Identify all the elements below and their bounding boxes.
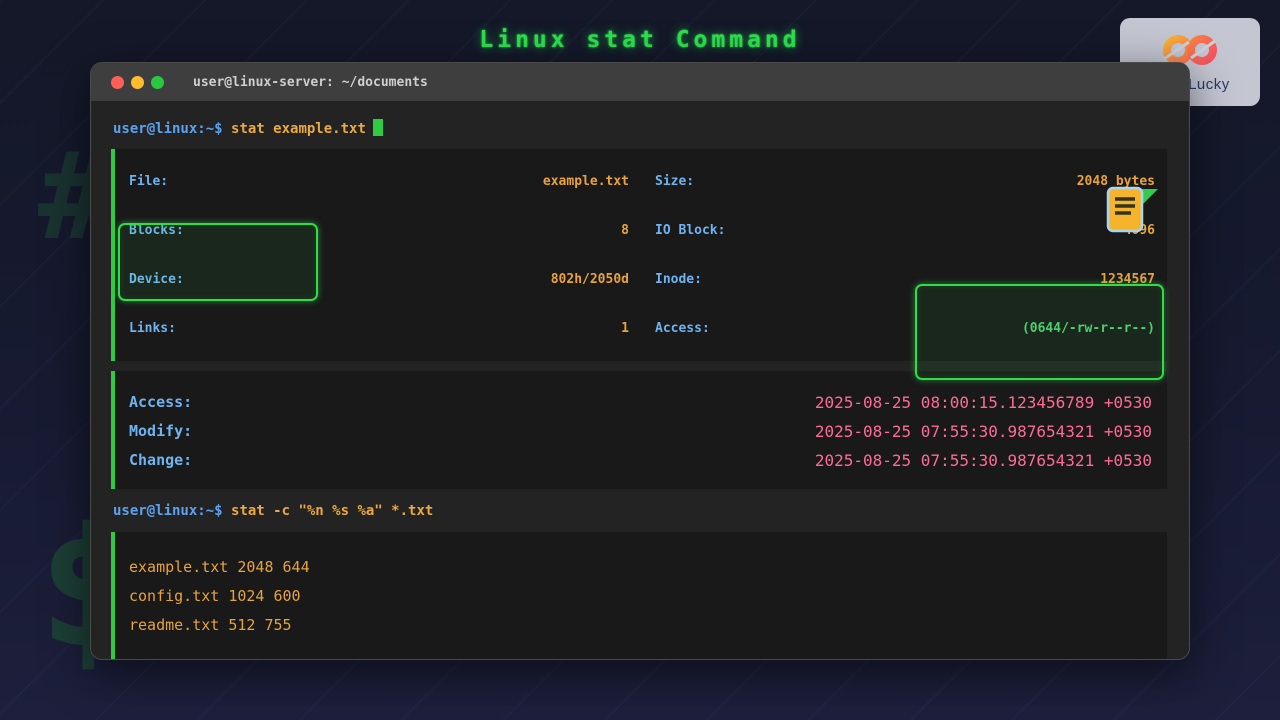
- stat-output-block: File: example.txt Size: 2048 bytes Block…: [111, 149, 1167, 361]
- access-perm-value: (0644/-rw-r--r--): [1022, 321, 1155, 336]
- prompt-user-1: user@linux:~$: [113, 121, 223, 137]
- file-label: File:: [129, 174, 168, 189]
- access-time-label: Access:: [129, 388, 192, 417]
- timestamps-block: Access: 2025-08-25 08:00:15.123456789 +0…: [111, 371, 1167, 489]
- modify-time-label: Modify:: [129, 417, 192, 446]
- stat-row-blocks-ioblock: Blocks: 8 IO Block: 4096: [115, 206, 1167, 255]
- blocks-value: 8: [621, 223, 629, 238]
- blocks-label: Blocks:: [129, 223, 184, 238]
- size-label: Size:: [655, 174, 694, 189]
- change-time-row: Change: 2025-08-25 07:55:30.987654321 +0…: [115, 446, 1167, 475]
- file-document-icon: [1102, 185, 1160, 237]
- modify-time-row: Modify: 2025-08-25 07:55:30.987654321 +0…: [115, 417, 1167, 446]
- prompt-command-1: stat example.txt: [231, 121, 366, 137]
- io-block-label: IO Block:: [655, 223, 725, 238]
- access-perm-label: Access:: [655, 321, 710, 336]
- close-button[interactable]: [111, 76, 124, 89]
- stat-row-device-inode: Device: 802h/2050d Inode: 1234567: [115, 255, 1167, 304]
- access-time-row: Access: 2025-08-25 08:00:15.123456789 +0…: [115, 388, 1167, 417]
- stat-row-links-access: Links: 1 Access: (0644/-rw-r--r--): [115, 304, 1167, 353]
- prompt-line-1[interactable]: user@linux:~$ stat example.txt: [113, 119, 1169, 139]
- device-value: 802h/2050d: [551, 272, 629, 287]
- terminal-cursor: [373, 119, 383, 136]
- change-time-label: Change:: [129, 446, 192, 475]
- prompt-user-2: user@linux:~$: [113, 503, 223, 519]
- access-time-value: 2025-08-25 08:00:15.123456789 +0530: [815, 388, 1152, 417]
- output-line-config: config.txt 1024 600: [115, 582, 1167, 611]
- file-value: example.txt: [543, 174, 629, 189]
- terminal-body[interactable]: user@linux:~$ stat example.txt File: exa…: [91, 119, 1189, 660]
- links-label: Links:: [129, 321, 176, 336]
- links-value: 1: [621, 321, 629, 336]
- device-label: Device:: [129, 272, 184, 287]
- format-output-block: example.txt 2048 644 config.txt 1024 600…: [111, 532, 1167, 660]
- maximize-button[interactable]: [151, 76, 164, 89]
- prompt-line-2[interactable]: user@linux:~$ stat -c "%n %s %a" *.txt: [113, 501, 1169, 521]
- inode-label: Inode:: [655, 272, 702, 287]
- change-time-value: 2025-08-25 07:55:30.987654321 +0530: [815, 446, 1152, 475]
- terminal-window: user@linux-server: ~/documents user@linu…: [90, 62, 1190, 660]
- output-line-readme: readme.txt 512 755: [115, 611, 1167, 640]
- terminal-title: user@linux-server: ~/documents: [193, 75, 428, 90]
- inode-value: 1234567: [1100, 272, 1155, 287]
- terminal-titlebar: user@linux-server: ~/documents: [91, 63, 1189, 101]
- stat-row-file-size: File: example.txt Size: 2048 bytes: [115, 157, 1167, 206]
- output-line-example: example.txt 2048 644: [115, 553, 1167, 582]
- minimize-button[interactable]: [131, 76, 144, 89]
- page-title: Linux stat Command: [0, 27, 1280, 53]
- prompt-command-2: stat -c "%n %s %a" *.txt: [231, 503, 433, 519]
- modify-time-value: 2025-08-25 07:55:30.987654321 +0530: [815, 417, 1152, 446]
